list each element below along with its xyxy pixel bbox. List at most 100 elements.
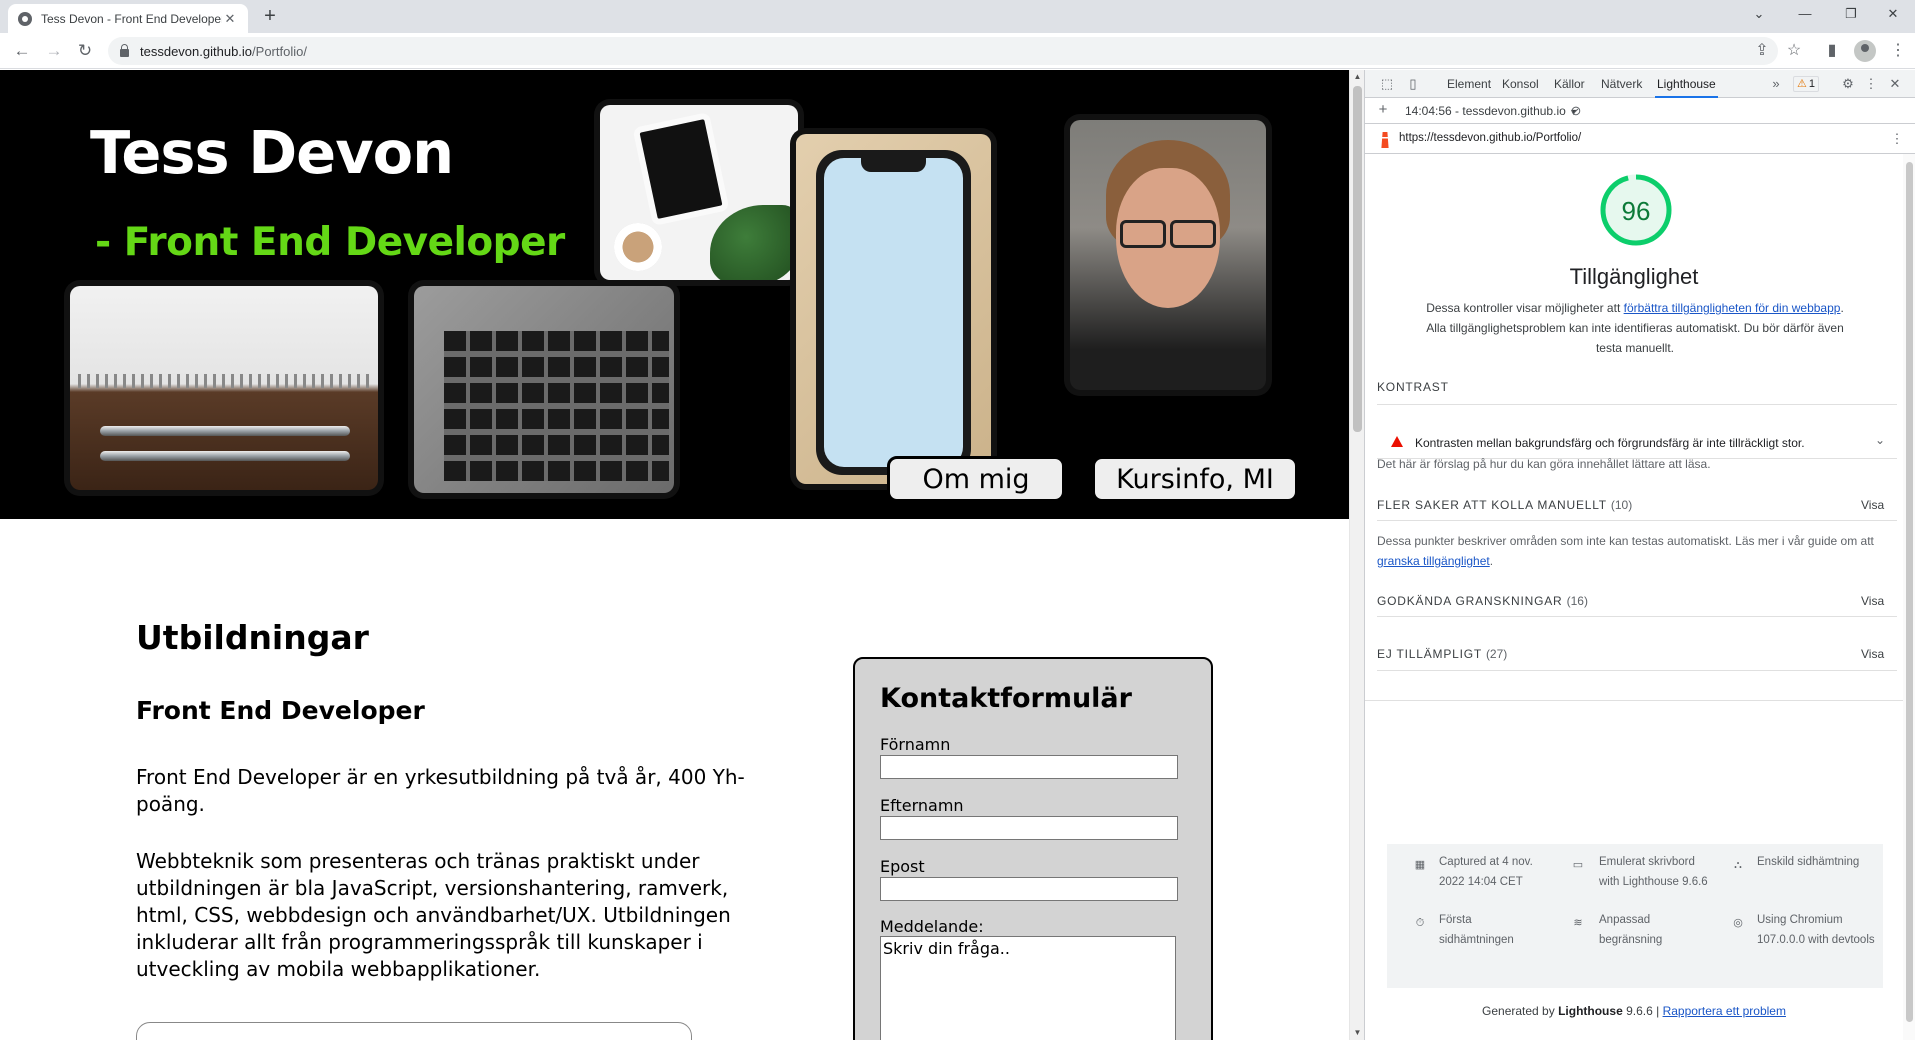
scrollbar-thumb[interactable] — [1353, 86, 1362, 432]
tab-kallor[interactable]: Källor — [1554, 70, 1585, 98]
portrait-photo — [1070, 120, 1266, 390]
manual-checks-title: FLER SAKER ATT KOLLA MANUELLT — [1377, 498, 1607, 512]
improve-accessibility-link[interactable]: förbättra tillgängligheten för din webba… — [1624, 301, 1841, 315]
report-url-bar: https://tessdevon.github.io/Portfolio/ ⋮ — [1365, 124, 1915, 154]
device-toolbar-icon[interactable]: ▯ — [1405, 76, 1421, 92]
generated-name: Lighthouse — [1558, 1004, 1623, 1018]
content-card — [136, 1022, 692, 1040]
lastname-input[interactable] — [880, 816, 1178, 840]
manual-note-text: Dessa punkter beskriver områden som inte… — [1377, 534, 1874, 548]
devtools-menu-icon[interactable]: ⋮ — [1863, 76, 1879, 92]
wifi-icon: ≋ — [1573, 917, 1583, 929]
divider — [1377, 670, 1897, 671]
lighthouse-report: 96 Tillgänglighet Dessa kontroller visar… — [1365, 154, 1903, 1040]
browser-toolbar: ← → ↻ tessdevon.github.io/Portfolio/ ⇪ ☆… — [0, 33, 1915, 69]
lastname-label: Efternamn — [880, 796, 964, 815]
review-accessibility-link[interactable]: granska tillgänglighet — [1377, 554, 1490, 568]
share-icon[interactable]: ⇪ — [1750, 39, 1774, 63]
captured-info: Captured at 4 nov. 2022 14:04 CET — [1439, 856, 1533, 888]
devtools-scrollbar[interactable] — [1903, 154, 1915, 1040]
restore-icon[interactable]: ❐ — [1828, 0, 1874, 28]
manual-checks-note: Dessa punkter beskriver områden som inte… — [1377, 531, 1897, 571]
lock-icon[interactable] — [120, 44, 129, 57]
devtools-close-icon[interactable]: ✕ — [1887, 76, 1903, 92]
hero-role: - Front End Developer — [95, 220, 565, 265]
show-not-applicable[interactable]: Visa — [1861, 647, 1884, 661]
chromium-info: Using Chromium 107.0.0.0 with devtools — [1757, 914, 1875, 946]
category-description: Dessa kontroller visar möjligheter att f… — [1425, 298, 1845, 358]
tab-lighthouse[interactable]: Lighthouse — [1655, 70, 1718, 98]
contact-form: Kontaktformulär Förnamn Efternamn Epost … — [853, 657, 1213, 1040]
show-manual-checks[interactable]: Visa — [1861, 498, 1884, 512]
report-selector[interactable]: 14:04:56 - tessdevon.github.io ▼ — [1405, 104, 1578, 118]
warning-icon: ⚠ — [1797, 78, 1807, 90]
side-panel-icon[interactable]: ▮ — [1820, 39, 1844, 63]
program-heading: Front End Developer — [136, 696, 425, 725]
report-issue-link[interactable]: Rapportera ett problem — [1663, 1004, 1786, 1018]
email-label: Epost — [880, 857, 925, 876]
contact-form-title: Kontaktformulär — [880, 683, 1132, 714]
message-textarea[interactable] — [880, 936, 1176, 1040]
more-tabs-icon[interactable]: » — [1768, 76, 1784, 92]
not-applicable-title: EJ TILLÄMPLIGT — [1377, 647, 1482, 661]
clear-reports-icon[interactable]: ⊘ — [1568, 103, 1584, 119]
firstname-input[interactable] — [880, 755, 1178, 779]
pens-photo — [70, 286, 378, 490]
hero-name: Tess Devon — [90, 118, 454, 187]
manual-checks-heading[interactable]: FLER SAKER ATT KOLLA MANUELLT (10) — [1377, 498, 1632, 512]
category-title: Tillgänglighet — [1569, 264, 1699, 289]
reload-icon[interactable]: ↻ — [73, 39, 97, 63]
page-scrollbar[interactable]: ▲ ▼ — [1349, 70, 1364, 1040]
tab-element[interactable]: Element — [1447, 70, 1491, 98]
report-url: https://tessdevon.github.io/Portfolio/ — [1399, 132, 1582, 144]
divider — [1377, 520, 1897, 521]
report-menu-icon[interactable]: ⋮ — [1889, 131, 1905, 147]
warning-badge[interactable]: ⚠ 1 — [1793, 76, 1819, 92]
calendar-icon: ▦ — [1414, 859, 1426, 871]
menu-icon[interactable]: ⋮ — [1886, 39, 1910, 63]
email-input[interactable] — [880, 877, 1178, 901]
tab-strip: Tess Devon - Front End Developer ✕ + ⌄ —… — [0, 0, 1915, 33]
about-me-button[interactable]: Om mig — [887, 456, 1065, 502]
back-icon[interactable]: ← — [10, 39, 34, 63]
message-label: Meddelande: — [880, 917, 984, 936]
inspect-icon[interactable]: ⬚ — [1379, 76, 1395, 92]
course-info-button[interactable]: Kursinfo, MI — [1092, 456, 1298, 502]
generated-version: 9.6.6 | — [1622, 1004, 1663, 1018]
new-report-icon[interactable]: + — [1375, 102, 1391, 118]
tab-natverk[interactable]: Nätverk — [1601, 70, 1642, 98]
minimize-icon[interactable]: — — [1782, 0, 1828, 28]
manual-note-end: . — [1489, 554, 1494, 568]
laptop-keyboard-photo — [414, 286, 674, 493]
address-bar[interactable]: tessdevon.github.io/Portfolio/ — [108, 37, 1778, 65]
not-applicable-heading[interactable]: EJ TILLÄMPLIGT (27) — [1377, 647, 1507, 661]
contrast-note: Det här är förslag på hur du kan göra in… — [1377, 457, 1711, 471]
window-close-icon[interactable]: ✕ — [1870, 0, 1915, 28]
single-load-info: Enskild sidhämtning — [1757, 856, 1860, 868]
scroll-up-icon[interactable]: ▲ — [1350, 70, 1365, 84]
globe-icon — [18, 11, 32, 26]
tab-search-icon[interactable]: ⌄ — [1736, 0, 1782, 28]
desktop-icon: ▭ — [1572, 859, 1584, 871]
show-passed-audits[interactable]: Visa — [1861, 594, 1884, 608]
settings-gear-icon[interactable]: ⚙ — [1840, 76, 1856, 92]
browser-tab[interactable]: Tess Devon - Front End Developer ✕ — [8, 4, 248, 33]
phone-photo — [796, 134, 991, 484]
program-description: Webbteknik som presenteras och tränas pr… — [136, 849, 731, 981]
tab-close-icon[interactable]: ✕ — [222, 11, 238, 27]
tab-konsol[interactable]: Konsol — [1502, 70, 1539, 98]
desc-text: Dessa kontroller visar möjligheter att — [1426, 301, 1624, 315]
manual-checks-count: (10) — [1610, 498, 1633, 512]
expand-chevron-icon[interactable]: ⌄ — [1875, 433, 1885, 447]
profile-icon[interactable] — [1854, 40, 1876, 62]
passed-audits-heading[interactable]: GODKÄNDA GRANSKNINGAR (16) — [1377, 594, 1588, 608]
forward-icon[interactable]: → — [42, 39, 66, 63]
timer-icon: ⏱ — [1415, 917, 1425, 929]
scroll-down-icon[interactable]: ▼ — [1350, 1026, 1365, 1040]
devtools-panel: ⬚ ▯ Element Konsol Källor Nätverk Lighth… — [1364, 70, 1915, 1040]
new-tab-button[interactable]: + — [258, 4, 282, 28]
lighthouse-logo-icon — [1381, 132, 1389, 148]
star-icon[interactable]: ☆ — [1782, 39, 1806, 63]
devtools-scroll-thumb[interactable] — [1906, 162, 1913, 1022]
education-heading: Utbildningar — [136, 618, 369, 657]
